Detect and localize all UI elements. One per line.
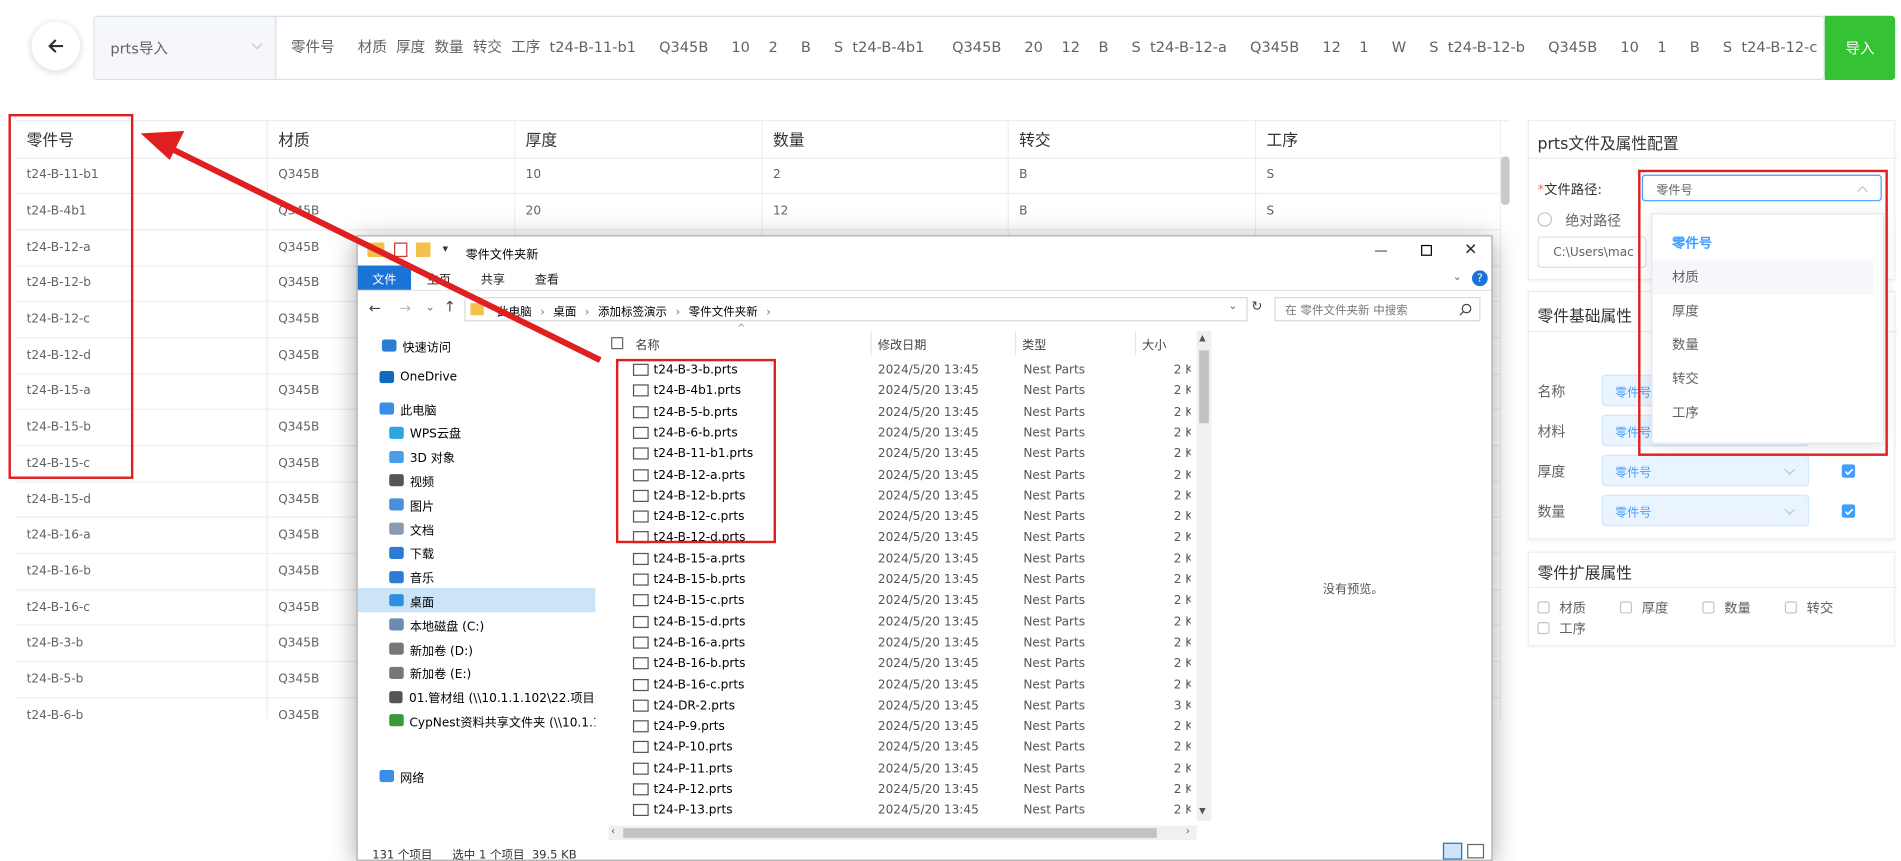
annotation-arrow <box>140 130 602 363</box>
